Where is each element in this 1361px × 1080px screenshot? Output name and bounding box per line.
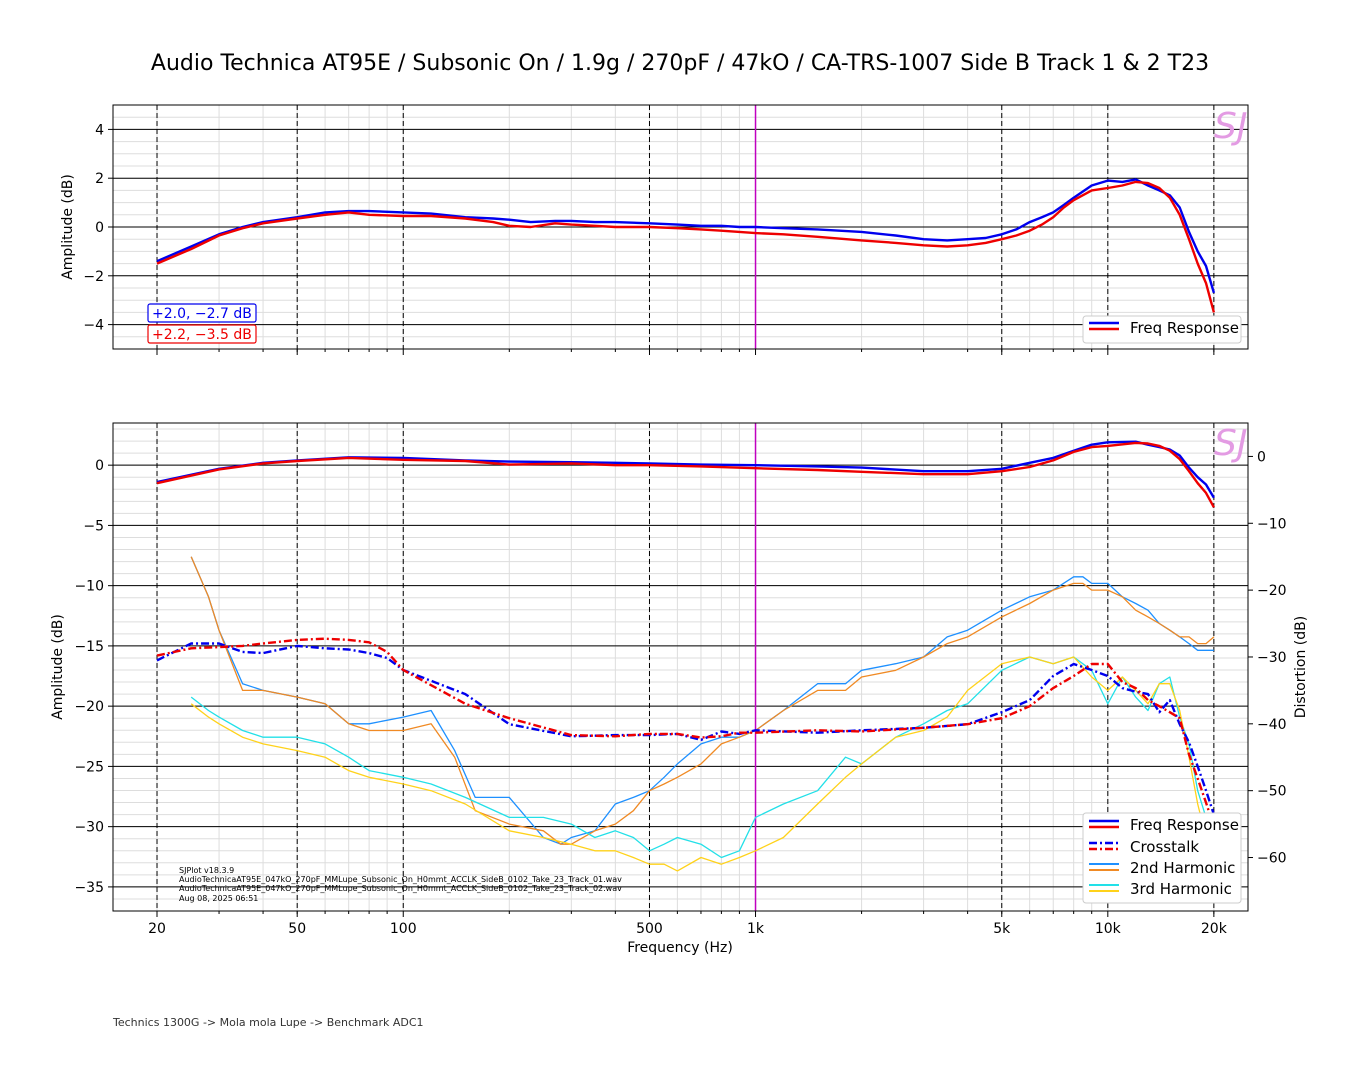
legend-2nd-harmonic: 2nd Harmonic: [1130, 859, 1235, 877]
y-tick-label: −20: [74, 699, 104, 715]
y2-tick-label: −20: [1257, 583, 1287, 599]
range-box-right-text: +2.2, −3.5 dB: [152, 327, 252, 343]
y2-tick-label: −50: [1257, 784, 1287, 800]
x-tick-label: 1k: [747, 921, 765, 937]
x-tick-label: 10k: [1095, 921, 1122, 937]
x-axis-label: Frequency (Hz): [627, 940, 733, 956]
y-tick-label: −35: [74, 880, 104, 896]
y2-tick-label: −60: [1257, 851, 1287, 867]
x-tick-label: 100: [390, 921, 417, 937]
y-tick-label: −25: [74, 759, 104, 775]
series-crosstalk-r: [156, 637, 1216, 828]
bottom-panel: 0 −5 −10 −15 −20 −25 −30 −35 20 50 100 500 1k 5k 10k 20…: [50, 422, 1309, 956]
y-tick-label: 0: [95, 458, 104, 474]
legend-3rd-harmonic: 3rd Harmonic: [1130, 880, 1232, 898]
y-tick-label: −15: [74, 639, 104, 655]
top-legend: Freq Response: [1082, 315, 1242, 344]
x-tick-label: 5k: [993, 921, 1011, 937]
y-tick-label: 2: [95, 171, 104, 187]
bottom-legend: Freq Response Crosstalk 2nd Harmonic 3rd…: [1082, 812, 1242, 904]
series-freq-response-r: [156, 180, 1216, 313]
bottom-series: [156, 440, 1216, 872]
top-y-axis-label: Amplitude (dB): [60, 174, 76, 280]
figure: Audio Technica AT95E / Subsonic On / 1.9…: [50, 51, 1309, 1029]
series-3rd-harmonic-l: [190, 656, 1215, 859]
y-tick-label: −10: [74, 579, 104, 595]
info-line-version: SJPlot v18.3.9: [179, 866, 234, 875]
y-tick-label: −4: [83, 318, 104, 334]
range-box-left: +2.0, −2.7 dB: [147, 303, 257, 323]
y2-tick-label: −40: [1257, 717, 1287, 733]
range-box-left-text: +2.0, −2.7 dB: [152, 306, 252, 322]
legend-crosstalk: Crosstalk: [1130, 838, 1199, 856]
y-tick-label: −2: [83, 269, 104, 285]
series-crosstalk-l: [156, 642, 1216, 815]
top-series: [156, 178, 1216, 313]
top-panel: 420−2−4 Amplitude (dB) SJ +2.0, −2.7 dB …: [60, 104, 1249, 355]
top-grid: [113, 104, 1248, 350]
info-line-file-1: AudioTechnicaAT95E_047kO_270pF_MMLupe_Su…: [179, 875, 622, 884]
x-tick-label: 20k: [1201, 921, 1228, 937]
top-legend-freq-response: Freq Response: [1130, 319, 1239, 337]
range-box-right: +2.2, −3.5 dB: [147, 324, 257, 344]
y2-tick-label: −30: [1257, 650, 1287, 666]
y-tick-label: −5: [83, 518, 104, 534]
legend-freq-response: Freq Response: [1130, 816, 1239, 834]
series-2nd-harmonic-l: [190, 556, 1214, 845]
chart-title: Audio Technica AT95E / Subsonic On / 1.9…: [151, 51, 1209, 76]
y-tick-label: 0: [95, 220, 104, 236]
info-line-file-2: AudioTechnicaAT95E_047kO_270pF_MMLupe_Su…: [179, 884, 622, 893]
x-tick-label: 500: [636, 921, 663, 937]
series-freq-response-r: [156, 441, 1215, 508]
x-tick-label: 20: [148, 921, 166, 937]
info-text: SJPlot v18.3.9 AudioTechnicaAT95E_047kO_…: [179, 866, 622, 903]
footer-text: Technics 1300G -> Mola mola Lupe -> Benc…: [112, 1016, 424, 1029]
info-line-date: Aug 08, 2025 06:51: [179, 894, 258, 903]
y2-tick-label: 0: [1257, 449, 1266, 465]
series-2nd-harmonic-r: [190, 556, 1215, 845]
bottom-y-axis-label: Amplitude (dB): [50, 614, 66, 720]
y-tick-label: 4: [95, 122, 104, 138]
y-tick-label: −30: [74, 820, 104, 836]
bottom-y2-axis-label: Distortion (dB): [1293, 616, 1309, 718]
top-watermark: SJ: [1214, 106, 1247, 147]
x-tick-label: 50: [288, 921, 306, 937]
y2-tick-label: −10: [1257, 516, 1287, 532]
bottom-watermark: SJ: [1214, 423, 1247, 464]
